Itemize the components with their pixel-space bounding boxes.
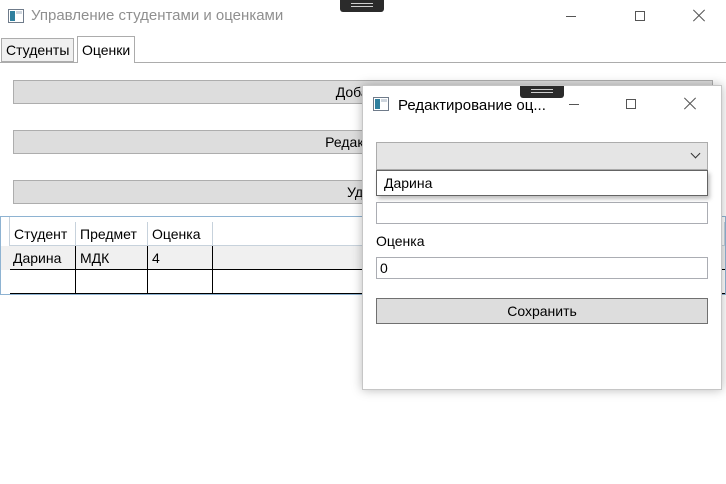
close-icon [692,9,706,23]
dialog-close-button[interactable] [667,88,713,120]
dialog-app-icon [373,97,389,111]
save-button-label: Сохранить [507,303,577,319]
new-row-cell-subject[interactable] [76,270,148,294]
table-cell-subject[interactable]: МДК [76,246,148,270]
window-title: Управление студентами и оценками [31,7,284,24]
grid-select-all[interactable] [1,217,10,246]
edit-grade-dialog: Редактирование оц... Дарина Оценка 0 Сох… [362,85,722,390]
dialog-title: Редактирование оц... [398,97,546,114]
subject-input[interactable] [376,202,708,224]
minimize-button[interactable] [548,0,594,32]
tab-students[interactable]: Студенты [1,38,75,62]
table-cell-grade[interactable]: 4 [148,246,213,270]
grade-label: Оценка [376,233,425,249]
maximize-icon [635,11,645,21]
tab-grades[interactable]: Оценки [77,36,136,63]
close-button[interactable] [676,0,722,32]
new-row-cell-student[interactable] [10,270,76,294]
dialog-minimize-button[interactable] [551,88,597,120]
column-header-student[interactable]: Студент [10,222,76,246]
chevron-down-icon[interactable] [690,148,701,159]
grade-input[interactable]: 0 [376,257,708,279]
drag-grip-icon[interactable] [340,0,384,12]
column-header-subject[interactable]: Предмет [76,222,148,246]
minimize-icon [566,15,576,17]
table-cell-student[interactable]: Дарина [10,246,76,270]
maximize-icon [626,99,636,109]
dropdown-option-student[interactable]: Дарина [384,175,432,191]
student-dropdown-list: Дарина [376,170,708,196]
save-button[interactable]: Сохранить [376,298,708,324]
close-icon [683,97,697,111]
maximize-button[interactable] [617,0,663,32]
app-icon [8,9,24,23]
new-row-header[interactable] [1,270,10,294]
dialog-maximize-button[interactable] [608,88,654,120]
column-header-grade[interactable]: Оценка [148,222,213,246]
minimize-icon [569,103,579,105]
new-row-cell-grade[interactable] [148,270,213,294]
row-header[interactable] [1,246,10,270]
student-combobox[interactable] [376,142,708,170]
